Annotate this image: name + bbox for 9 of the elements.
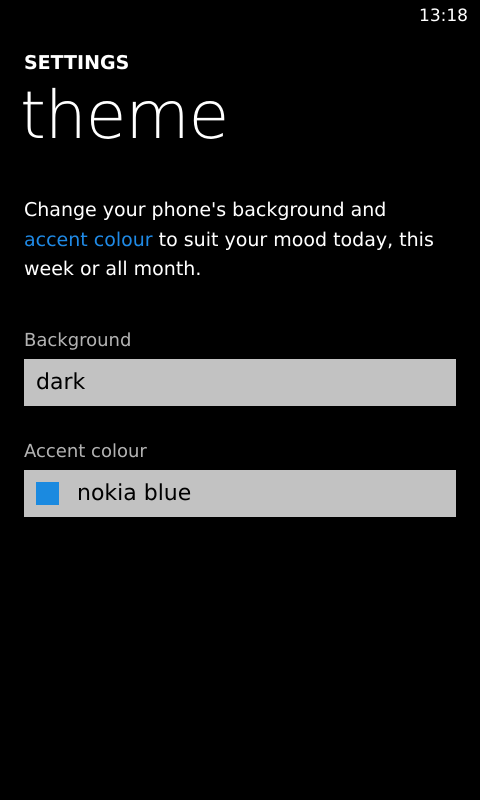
app-title: SETTINGS [24,52,130,74]
picker-field[interactable]: nokia blue [24,470,456,516]
page-title: theme [20,76,230,156]
picker-field[interactable]: dark [24,358,456,406]
accent-colour-link[interactable]: accent colour [24,228,153,250]
picker-label: Accent colour [24,440,148,462]
description-text: Change your phone's background and accent colour to suit your mood today, this week or all month. [24,198,435,282]
picker-label: Background [24,330,132,350]
status-time: 13:18 [419,6,468,26]
